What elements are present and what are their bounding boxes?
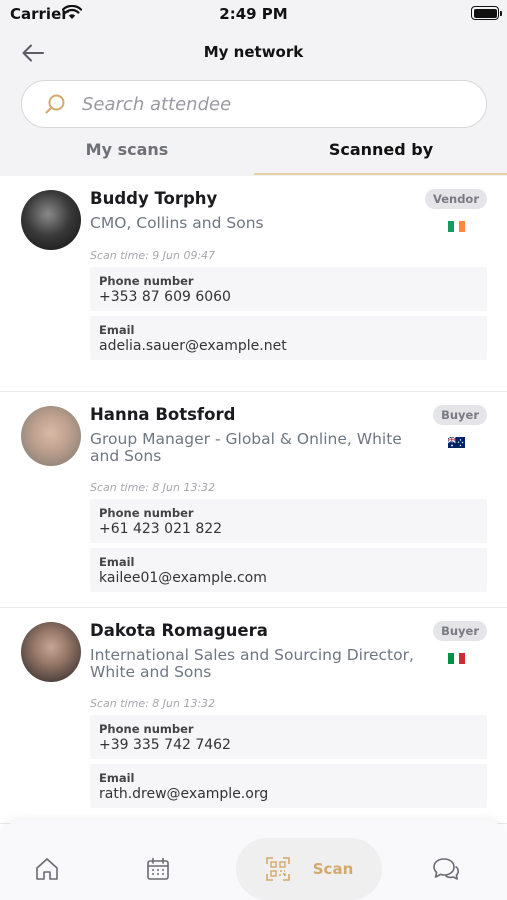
- contact-name: Dakota Romaguera: [90, 621, 268, 640]
- contact-name: Buddy Torphy: [90, 189, 218, 208]
- contact-role: International Sales and Sourcing Directo…: [90, 646, 414, 681]
- email-field: Email adelia.sauer@example.net: [90, 316, 487, 360]
- contact-role: CMO, Collins and Sons: [90, 214, 264, 232]
- tab-my-scans[interactable]: My scans: [0, 140, 254, 174]
- search-icon: [45, 94, 65, 114]
- contact-list: Buddy Torphy CMO, Collins and Sons Vendo…: [0, 176, 507, 824]
- status-badge: Buyer: [433, 621, 487, 641]
- header-area: Carrier 2:49 PM My network My scans Scan…: [0, 0, 507, 176]
- phone-value[interactable]: +61 423 021 822: [99, 521, 478, 537]
- page-title: My network: [203, 43, 304, 61]
- nav-calendar[interactable]: [143, 854, 173, 884]
- ireland-flag-icon: [448, 221, 466, 232]
- search-bar[interactable]: [21, 80, 487, 128]
- calendar-icon: [147, 857, 169, 880]
- contact-name: Hanna Botsford: [90, 405, 236, 424]
- scan-time: Scan time: 9 Jun 09:47: [90, 249, 216, 262]
- avatar: [21, 190, 81, 250]
- email-value[interactable]: adelia.sauer@example.net: [99, 338, 478, 354]
- australia-flag-icon: [448, 437, 465, 448]
- email-value[interactable]: kailee01@example.com: [99, 570, 478, 586]
- italy-flag-icon: [448, 653, 466, 664]
- status-time: 2:49 PM: [219, 5, 288, 23]
- search-input[interactable]: [82, 93, 462, 115]
- qr-scan-icon: [265, 857, 290, 881]
- nav-home[interactable]: [32, 854, 62, 884]
- phone-label: Phone number: [99, 722, 194, 736]
- chat-icon: [433, 858, 459, 880]
- contact-role: Group Manager - Global & Online, White a…: [90, 430, 402, 465]
- contact-card[interactable]: Buddy Torphy CMO, Collins and Sons Vendo…: [0, 176, 507, 392]
- email-label: Email: [99, 555, 135, 569]
- avatar: [21, 622, 81, 682]
- email-field: Email rath.drew@example.org: [90, 764, 487, 808]
- contact-card[interactable]: Hanna Botsford Group Manager - Global & …: [0, 392, 507, 608]
- home-icon: [36, 858, 58, 880]
- avatar: [21, 406, 81, 466]
- contact-card[interactable]: Dakota Romaguera International Sales and…: [0, 608, 507, 824]
- status-bar: Carrier 2:49 PM: [0, 0, 507, 28]
- scan-time: Scan time: 8 Jun 13:32: [90, 481, 216, 494]
- email-label: Email: [99, 771, 135, 785]
- phone-field: Phone number +39 335 742 7462: [90, 715, 487, 759]
- phone-field: Phone number +61 423 021 822: [90, 499, 487, 543]
- phone-value[interactable]: +39 335 742 7462: [99, 737, 478, 753]
- battery-icon: [471, 6, 502, 20]
- status-badge: Vendor: [424, 189, 487, 209]
- scan-time: Scan time: 8 Jun 13:32: [90, 697, 216, 710]
- phone-value[interactable]: +353 87 609 6060: [99, 289, 478, 305]
- phone-label: Phone number: [99, 506, 194, 520]
- email-field: Email kailee01@example.com: [90, 548, 487, 592]
- scan-label: Scan: [312, 860, 354, 878]
- phone-label: Phone number: [99, 274, 194, 288]
- bottom-nav: Scan: [0, 820, 507, 900]
- phone-field: Phone number +353 87 609 6060: [90, 267, 487, 311]
- scan-button[interactable]: Scan: [236, 838, 382, 900]
- active-tab-indicator: [254, 173, 507, 175]
- nav-chat[interactable]: [431, 854, 461, 884]
- tab-scanned-by[interactable]: Scanned by: [254, 140, 507, 174]
- status-badge: Buyer: [433, 405, 487, 425]
- email-value[interactable]: rath.drew@example.org: [99, 786, 478, 802]
- email-label: Email: [99, 323, 135, 337]
